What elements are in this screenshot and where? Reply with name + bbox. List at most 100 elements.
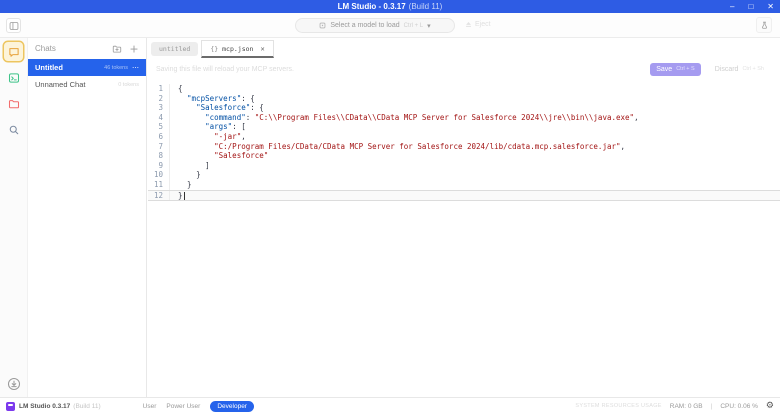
chevron-down-icon: ▾ xyxy=(427,22,431,30)
gear-icon[interactable]: ⚙ xyxy=(766,401,774,411)
save-button[interactable]: Save Ctrl + S xyxy=(650,62,701,76)
code-line[interactable]: 10 } xyxy=(148,170,780,180)
line-number: 2 xyxy=(148,93,170,104)
eject-button[interactable]: Eject xyxy=(465,21,491,28)
json-file-icon: {} xyxy=(210,44,219,53)
discard-button[interactable]: Discard Ctrl + Sh xyxy=(715,66,764,73)
code-line[interactable]: 11 } xyxy=(148,179,780,190)
cpu-usage: CPU: 0.06 % xyxy=(720,402,758,410)
code-line[interactable]: 8 "Salesforce" xyxy=(148,151,780,161)
rail-downloads-button[interactable] xyxy=(0,377,28,391)
new-chat-button[interactable] xyxy=(129,44,139,54)
code-line[interactable]: 1{ xyxy=(148,84,780,94)
tab-strip: untitled {} mcp.json ✕ xyxy=(148,38,780,58)
text-cursor xyxy=(183,191,185,200)
main-content: untitled {} mcp.json ✕ Saving this file … xyxy=(148,38,780,397)
code-text: } xyxy=(187,179,192,189)
chat-bubble-icon xyxy=(8,46,20,58)
minimize-button[interactable]: – xyxy=(730,0,734,13)
model-selector-icon xyxy=(319,22,326,29)
model-selector-shortcut: Ctrl + L xyxy=(403,22,424,29)
lab-button[interactable] xyxy=(756,17,772,33)
code-text: "mcpServers": { xyxy=(187,93,255,103)
code-line[interactable]: 12} xyxy=(148,189,780,202)
lmstudio-logo xyxy=(6,401,15,411)
status-app-build: (Build 11) xyxy=(73,402,101,410)
top-toolbar: Select a model to load Ctrl + L ▾ Eject xyxy=(0,13,780,38)
chats-header: Chats xyxy=(28,38,146,59)
divider: | xyxy=(710,402,713,410)
eject-icon xyxy=(465,21,472,28)
discard-label: Discard xyxy=(714,65,739,73)
window-title: LM Studio - 0.3.17 xyxy=(337,2,406,11)
chat-name: Untitled xyxy=(35,63,63,72)
chat-menu-button[interactable]: ⋯ xyxy=(132,64,139,72)
model-selector[interactable]: Select a model to load Ctrl + L ▾ xyxy=(295,18,455,33)
line-number: 12 xyxy=(148,190,170,201)
code-text: "command": "C:\\Program Files\\CData\\CD… xyxy=(205,112,639,122)
code-line[interactable]: 9 ] xyxy=(148,160,780,171)
mode-power-user[interactable]: Power User xyxy=(166,403,200,410)
tab-label: mcp.json xyxy=(222,44,254,53)
code-text: "-jar", xyxy=(214,131,246,141)
chats-sidebar: Chats Untitled 46 tokens ⋯ Unnamed Chat … xyxy=(28,38,147,397)
tab-close-icon[interactable]: ✕ xyxy=(260,45,264,53)
code-line[interactable]: 3 "Salesforce": { xyxy=(148,103,780,113)
save-shortcut: Ctrl + S xyxy=(676,66,695,72)
maximize-button[interactable]: □ xyxy=(748,0,753,13)
terminal-icon xyxy=(8,72,20,84)
line-number: 5 xyxy=(148,122,170,132)
tab-label: untitled xyxy=(159,45,191,53)
discard-shortcut: Ctrl + Sh xyxy=(742,66,764,72)
notice-message: Saving this file will reload your MCP se… xyxy=(156,65,294,73)
code-line[interactable]: 6 "-jar", xyxy=(148,131,780,142)
tab-untitled[interactable]: untitled xyxy=(151,42,199,56)
code-line[interactable]: 5 "args": [ xyxy=(148,122,780,132)
window-title-build: (Build 11) xyxy=(408,2,443,11)
rail-discover-button[interactable] xyxy=(4,120,23,139)
window-controls: – □ ✕ xyxy=(730,0,774,13)
model-selector-label: Select a model to load xyxy=(330,22,400,29)
eject-label: Eject xyxy=(475,21,491,28)
status-right: SYSTEM RESOURCES USAGE RAM: 0 GB | CPU: … xyxy=(575,401,774,411)
rail-chat-button[interactable] xyxy=(4,42,23,61)
sidebar-toggle-button[interactable] xyxy=(6,18,21,33)
flask-icon xyxy=(760,21,769,30)
line-number: 9 xyxy=(148,160,170,171)
code-text: } xyxy=(178,190,185,200)
code-line[interactable]: 7 "C:/Program Files/CData/CData MCP Serv… xyxy=(148,141,780,152)
mode-developer[interactable]: Developer xyxy=(210,400,254,412)
close-button[interactable]: ✕ xyxy=(767,0,774,13)
line-number: 11 xyxy=(148,179,170,190)
line-number: 8 xyxy=(148,151,170,161)
chat-list-item[interactable]: Unnamed Chat 0 tokens xyxy=(28,76,146,93)
code-text: } xyxy=(196,170,201,180)
save-label: Save xyxy=(656,65,673,73)
line-number: 7 xyxy=(148,141,170,152)
code-lines: 1{2 "mcpServers": {3 "Salesforce": {4 "c… xyxy=(148,84,780,202)
code-editor[interactable]: 1{2 "mcpServers": {3 "Salesforce": {4 "c… xyxy=(148,82,780,397)
line-number: 10 xyxy=(148,170,170,180)
chat-list-item[interactable]: Untitled 46 tokens ⋯ xyxy=(28,59,146,76)
line-number: 6 xyxy=(148,131,170,142)
code-text: "Salesforce": { xyxy=(196,103,264,113)
editor-notice-bar: Saving this file will reload your MCP se… xyxy=(148,58,780,80)
code-text: "args": [ xyxy=(205,122,246,132)
resources-label: SYSTEM RESOURCES USAGE xyxy=(575,403,662,409)
title-bar: LM Studio - 0.3.17 (Build 11) – □ ✕ xyxy=(0,0,780,13)
chat-name: Unnamed Chat xyxy=(35,80,86,89)
chat-token-count: 46 tokens xyxy=(104,64,128,71)
folder-icon xyxy=(8,98,20,110)
rail-developer-button[interactable] xyxy=(4,68,23,87)
rail-models-button[interactable] xyxy=(4,94,23,113)
mode-user[interactable]: User xyxy=(143,403,157,410)
tab-mcp-json[interactable]: {} mcp.json ✕ xyxy=(201,40,274,58)
code-line[interactable]: 4 "command": "C:\\Program Files\\CData\\… xyxy=(148,112,780,123)
search-icon xyxy=(8,124,20,136)
code-line[interactable]: 2 "mcpServers": { xyxy=(148,93,780,104)
status-app-name: LM Studio 0.3.17 xyxy=(19,402,71,410)
code-text: "C:/Program Files/CData/CData MCP Server… xyxy=(214,141,626,151)
chats-title: Chats xyxy=(35,44,56,53)
line-number: 1 xyxy=(148,84,170,94)
new-folder-button[interactable] xyxy=(112,44,122,54)
